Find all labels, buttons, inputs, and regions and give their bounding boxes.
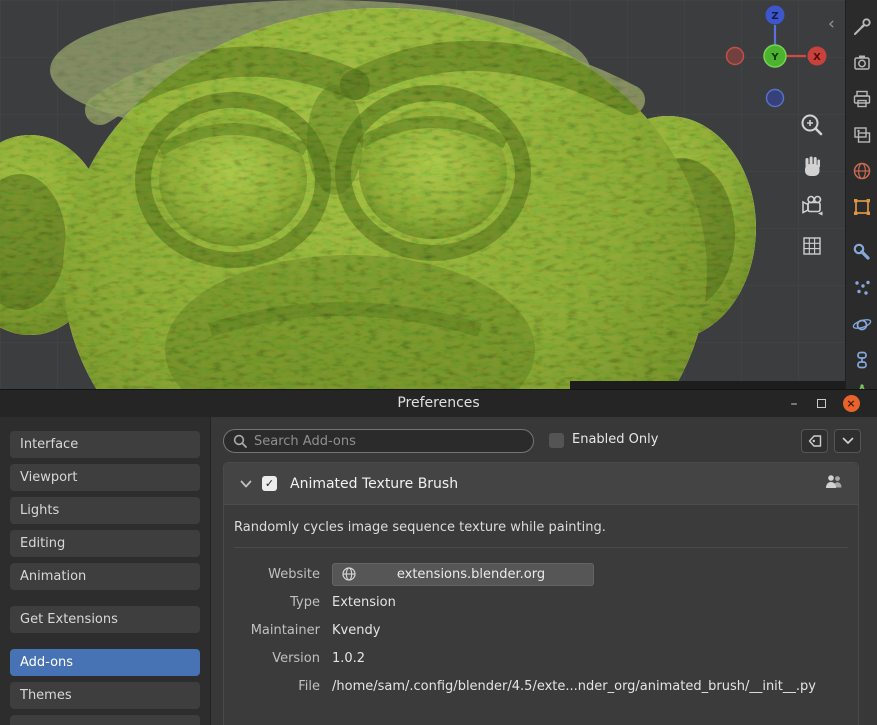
axis-z[interactable]: Z (766, 6, 785, 25)
field-row-type: Type Extension (224, 588, 858, 616)
preferences-window: Preferences – × Interface Viewport Light… (0, 390, 877, 725)
addon-enabled-checkbox[interactable]: ✓ (262, 476, 277, 491)
search-icon (233, 434, 247, 448)
sidebar-separator (10, 639, 200, 649)
modifiers-tab-icon[interactable] (851, 241, 873, 263)
version-label: Version (224, 651, 320, 666)
sidebar-item-partial[interactable] (10, 715, 200, 725)
file-path-value: /home/sam/.config/blender/4.5/exte...nde… (332, 679, 816, 694)
version-value: 1.0.2 (332, 651, 365, 666)
tag-icon (807, 433, 823, 449)
svg-text:Z: Z (771, 11, 778, 22)
object-data-tab-icon[interactable] (851, 382, 873, 390)
sidebar-item-lights[interactable]: Lights (10, 497, 200, 524)
svg-text:Y: Y (770, 52, 779, 63)
addon-header[interactable]: ✓ Animated Texture Brush (224, 463, 858, 505)
object-tab-icon[interactable] (851, 196, 873, 218)
website-label: Website (224, 567, 320, 582)
sidebar-separator (10, 596, 200, 606)
maximize-icon (817, 399, 826, 408)
addons-panel: Enabled Only ✓ Animated Texture Brush (210, 417, 877, 725)
field-row-website: Website extensions.blender.org (224, 560, 858, 588)
constraints-tab-icon[interactable] (851, 349, 873, 371)
chevron-down-icon (839, 432, 857, 450)
output-tab-icon[interactable] (851, 88, 873, 110)
zoom-button[interactable] (796, 110, 828, 142)
maximize-button[interactable] (810, 390, 832, 417)
tool-tab-icon[interactable] (851, 16, 873, 38)
close-icon: × (843, 395, 860, 412)
physics-tab-icon[interactable] (851, 313, 873, 335)
website-button[interactable]: extensions.blender.org (332, 563, 594, 586)
axis-minus-x[interactable] (727, 48, 744, 65)
axis-x[interactable]: X (808, 47, 827, 66)
axis-minus-z[interactable] (767, 90, 784, 107)
field-row-version: Version 1.0.2 (224, 644, 858, 672)
hand-icon (796, 150, 828, 182)
particles-tab-icon[interactable] (851, 277, 873, 299)
field-row-maintainer: Maintainer Kvendy (224, 616, 858, 644)
sidebar-item-themes[interactable]: Themes (10, 682, 200, 709)
sidebar-item-editing[interactable]: Editing (10, 530, 200, 557)
editor-divider (570, 381, 845, 390)
globe-icon (341, 566, 357, 582)
field-row-file: File /home/sam/.config/blender/4.5/exte.… (224, 672, 858, 700)
filter-by-tags-button[interactable] (801, 429, 828, 453)
render-tab-icon[interactable] (851, 52, 873, 74)
enabled-only-checkbox[interactable] (549, 433, 564, 448)
addon-name: Animated Texture Brush (290, 476, 458, 492)
toggle-ortho-button[interactable] (796, 230, 828, 262)
world-tab-icon[interactable] (851, 160, 873, 182)
expand-chevron-icon[interactable] (238, 476, 254, 492)
zoom-icon (796, 110, 828, 142)
file-label: File (224, 679, 320, 694)
website-url: extensions.blender.org (357, 567, 585, 582)
window-title: Preferences (0, 395, 877, 411)
axis-y[interactable]: Y (764, 45, 786, 67)
preferences-titlebar[interactable]: Preferences – × (0, 390, 877, 417)
type-value: Extension (332, 595, 396, 610)
community-support-icon (824, 473, 844, 495)
sidebar-item-viewport[interactable]: Viewport (10, 464, 200, 491)
addons-options-dropdown[interactable] (834, 429, 861, 453)
type-label: Type (224, 595, 320, 610)
3d-viewport[interactable]: Z X Y (0, 0, 845, 390)
maintainer-label: Maintainer (224, 623, 320, 638)
search-addons-field[interactable] (223, 429, 534, 453)
camera-view-button[interactable] (796, 190, 828, 222)
sidebar-collapse-arrow[interactable]: ‹ (828, 16, 835, 33)
sidebar-item-addons[interactable]: Add-ons (10, 649, 200, 676)
view-layer-tab-icon[interactable] (851, 124, 873, 146)
grid-icon (796, 230, 828, 262)
search-input[interactable] (254, 434, 525, 449)
maintainer-value: Kvendy (332, 623, 380, 638)
minimize-button[interactable]: – (783, 390, 805, 417)
svg-text:X: X (813, 52, 821, 63)
close-button[interactable]: × (840, 390, 862, 417)
sidebar-item-interface[interactable]: Interface (10, 431, 200, 458)
enabled-only-label: Enabled Only (572, 432, 658, 447)
viewport-axis-gizmo[interactable]: Z X Y (715, 2, 835, 110)
preferences-sidebar: Interface Viewport Lights Editing Animat… (0, 417, 210, 725)
properties-tab-strip (845, 0, 877, 390)
pan-button[interactable] (796, 150, 828, 182)
addon-description: Randomly cycles image sequence texture w… (224, 505, 858, 547)
sidebar-item-animation[interactable]: Animation (10, 563, 200, 590)
camera-icon (796, 190, 828, 222)
addon-card: ✓ Animated Texture Brush Randomly cycles… (223, 462, 859, 725)
sidebar-item-get-extensions[interactable]: Get Extensions (10, 606, 200, 633)
